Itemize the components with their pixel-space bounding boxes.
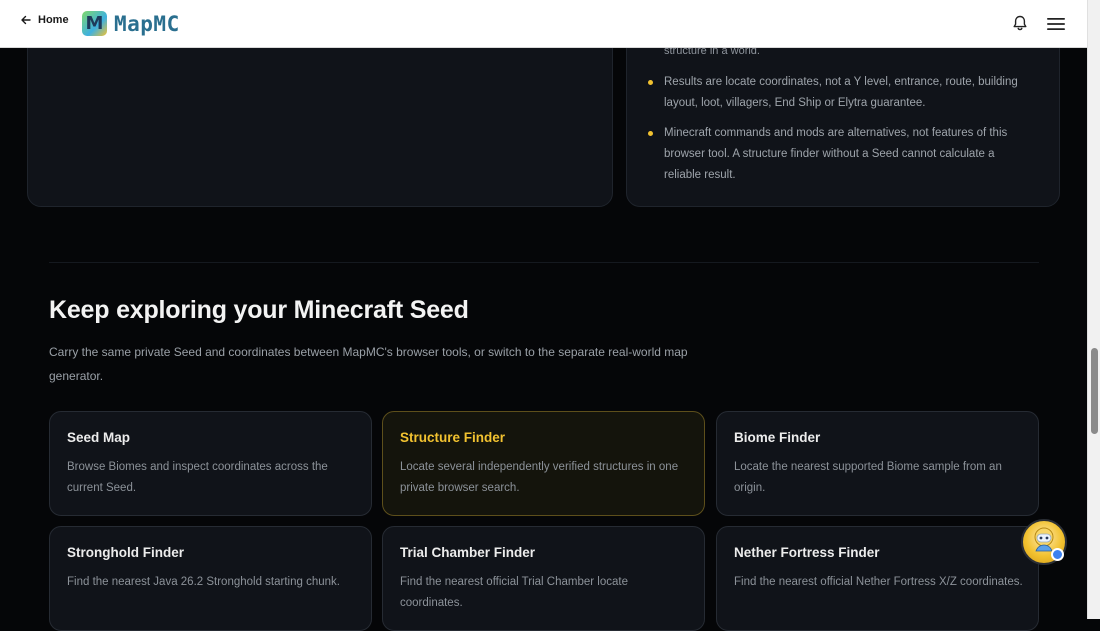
card-description: Locate several independently verified st… [400,461,679,494]
arrow-left-icon [21,15,31,25]
limits-bullet-2: Minecraft commands and mods are alternat… [664,127,1008,181]
card-seed-map[interactable]: Seed Map Browse Biomes and inspect coord… [49,411,372,516]
section-divider [49,262,1039,263]
card-description: Find the nearest official Nether Fortres… [734,576,1023,588]
logo-text: MapMC [114,11,180,36]
card-title: Biome Finder [734,430,821,445]
card-title: Structure Finder [400,430,506,445]
online-status-badge [1051,548,1064,561]
explore-section-title: Keep exploring your Minecraft Seed [49,296,469,324]
card-description: Find the nearest official Trial Chamber … [400,576,628,609]
limits-bullet-1: Results are locate coordinates, not a Y … [664,76,1018,109]
top-header: Home M MapMC [0,0,1087,48]
page-scrollbar[interactable] [1087,0,1100,619]
card-description: Find the nearest Java 26.2 Stronghold st… [67,576,340,588]
card-biome-finder[interactable]: Biome Finder Locate the nearest supporte… [716,411,1039,516]
card-stronghold-finder[interactable]: Stronghold Finder Find the nearest Java … [49,526,372,631]
bullet-dot-icon [648,131,653,136]
card-title: Stronghold Finder [67,545,184,560]
explore-section-description: Carry the same private Seed and coordina… [49,345,688,383]
bell-icon[interactable] [1011,14,1029,32]
home-label: Home [38,14,69,26]
site-logo[interactable]: M MapMC [82,11,180,36]
home-back-link[interactable]: Home [20,14,69,26]
mapmc-logo-icon: M [82,11,107,36]
scrollbar-thumb[interactable] [1091,348,1098,434]
bullet-dot-icon [648,80,653,85]
card-title: Nether Fortress Finder [734,545,880,560]
hamburger-menu-icon[interactable] [1046,16,1066,32]
card-trial-chamber-finder[interactable]: Trial Chamber Finder Find the nearest of… [382,526,705,631]
card-title: Trial Chamber Finder [400,545,536,560]
card-title: Seed Map [67,430,131,445]
card-structure-finder[interactable]: Structure Finder Locate several independ… [382,411,705,516]
card-description: Locate the nearest supported Biome sampl… [734,461,1002,494]
card-description: Browse Biomes and inspect coordinates ac… [67,461,328,494]
card-nether-fortress-finder[interactable]: Nether Fortress Finder Find the nearest … [716,526,1039,631]
